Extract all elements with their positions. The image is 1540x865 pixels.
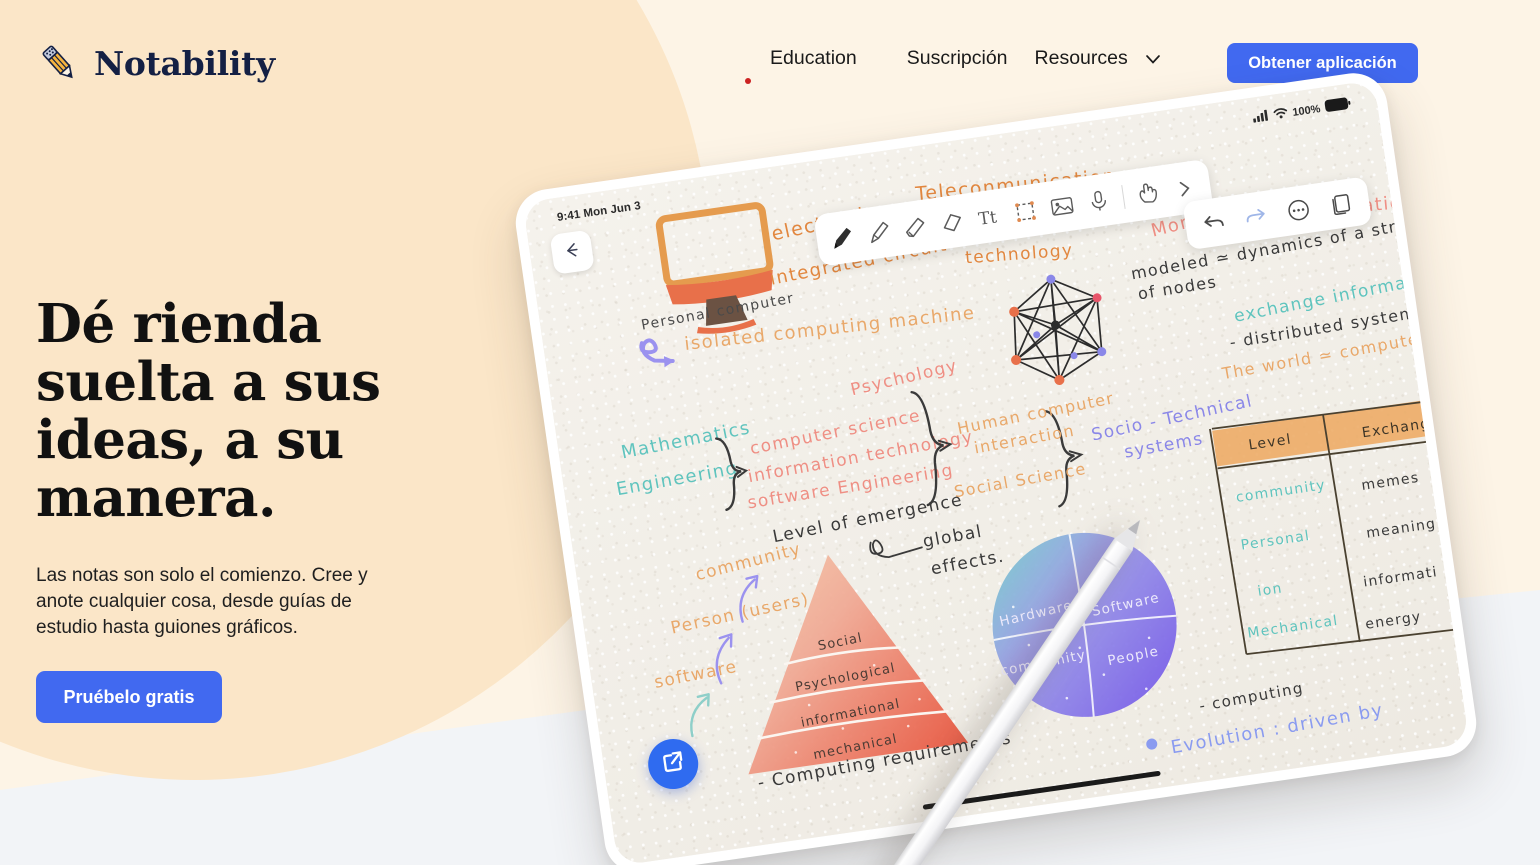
lasso-select-tool-icon[interactable] — [1011, 197, 1039, 225]
level-exchange-table: Level Exchange community memes Personal … — [1199, 391, 1470, 679]
pencil-icon — [36, 40, 82, 86]
back-button[interactable] — [549, 229, 595, 275]
microphone-tool-icon[interactable] — [1085, 186, 1113, 214]
hero-subtext: Las notas son solo el comienzo. Cree y a… — [36, 565, 368, 638]
text-tool-icon[interactable]: Tt — [975, 202, 1003, 230]
image-tool-icon[interactable] — [1048, 192, 1076, 220]
table-cell-energy: energy — [1364, 609, 1422, 633]
table-cell-information-level: ion — [1256, 580, 1283, 599]
table-cell-meaning: meaning — [1365, 516, 1437, 542]
table-cell-mechanical: Mechanical — [1246, 613, 1339, 642]
nav-item-resources-label[interactable]: Resources — [1035, 47, 1136, 70]
hero-section: Dé rienda suelta a sus ideas, a su maner… — [36, 295, 456, 723]
curve-arrow-software — [680, 687, 731, 746]
more-tools-chevron-icon[interactable] — [1171, 174, 1199, 202]
emergence-pyramid: Social Psychological informational mecha… — [709, 534, 978, 789]
nav-item-resources[interactable]: Resources — [1035, 47, 1208, 70]
nav-item-education[interactable]: Education — [770, 47, 907, 70]
redo-icon[interactable] — [1242, 203, 1269, 230]
hero-headline: Dé rienda suelta a sus ideas, a su maner… — [36, 293, 381, 529]
hand-tool-icon[interactable] — [1134, 179, 1162, 207]
swirl-arrow-icon — [635, 329, 689, 378]
chevron-down-icon — [1142, 48, 1164, 70]
monitor-drawing — [646, 198, 789, 349]
undo-icon[interactable] — [1200, 209, 1227, 236]
main-navigation: Education Suscripción Resources — [770, 47, 1208, 70]
table-cell-memes: memes — [1360, 470, 1420, 494]
table-cell-information: informati — [1362, 564, 1439, 591]
eraser-tool-icon[interactable] — [901, 213, 929, 241]
toolbar-divider — [1121, 185, 1126, 209]
back-arrow-icon — [560, 238, 583, 266]
brand-name: Notability — [94, 43, 275, 83]
brand-logo[interactable]: Notability — [36, 40, 275, 86]
table-cell-community: community — [1235, 477, 1327, 506]
page-root: Notability Education Suscripción Resourc… — [0, 0, 1540, 865]
highlighter-tool-icon[interactable] — [938, 208, 966, 236]
pages-icon[interactable] — [1328, 190, 1355, 217]
notification-dot — [745, 78, 751, 84]
try-free-button[interactable]: Pruébelo gratis — [36, 671, 222, 723]
svg-text:Tt: Tt — [977, 207, 998, 229]
node-link-graph — [992, 261, 1128, 400]
pen-tool-icon[interactable] — [828, 223, 856, 251]
more-options-icon[interactable] — [1285, 197, 1312, 224]
nav-item-suscripcion[interactable]: Suscripción — [907, 47, 1035, 70]
external-link-icon — [658, 747, 688, 781]
site-header: Notability Education Suscripción Resourc… — [0, 0, 1540, 126]
pencil-tool-icon[interactable] — [865, 218, 893, 246]
table-cell-personal: Personal — [1240, 528, 1311, 554]
